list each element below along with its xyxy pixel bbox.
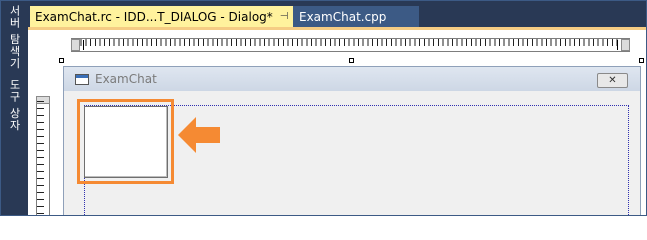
ruler-end-right <box>621 39 630 51</box>
tab-examchat-rc[interactable]: ExamChat.rc - IDD...T_DIALOG - Dialog* ⊣… <box>30 6 305 27</box>
dialog-close-button[interactable]: ✕ <box>597 73 628 88</box>
close-icon: ✕ <box>608 75 617 86</box>
ruler-end-left <box>71 39 80 51</box>
editor-frame: 서버 탐색기 도구 상자 ExamChat.rc - IDD...T_DIALO… <box>0 0 647 216</box>
toolbox-tab[interactable]: 도구 상자 <box>4 79 25 149</box>
tab-label: ExamChat.rc - IDD...T_DIALOG - Dialog* <box>35 9 273 24</box>
picture-control[interactable] <box>84 106 168 178</box>
tab-label: ExamChat.cpp <box>299 9 387 24</box>
pin-icon[interactable]: ⊣ <box>280 11 289 22</box>
arrow-left-icon <box>178 117 220 153</box>
horizontal-ruler[interactable] <box>71 38 630 52</box>
tab-examchat-cpp[interactable]: ExamChat.cpp <box>293 6 419 27</box>
ruler-margin-left <box>83 40 84 50</box>
dialog-title-bar: ExamChat ✕ <box>64 67 640 91</box>
ruler-margin-right <box>617 40 618 50</box>
window-icon <box>75 74 89 85</box>
ruler-ticks <box>76 39 625 46</box>
dialog-preview[interactable]: ExamChat ✕ <box>63 66 641 215</box>
resize-handle[interactable] <box>349 58 354 63</box>
resource-editor-canvas[interactable]: ExamChat ✕ <box>28 30 646 215</box>
resize-handle[interactable] <box>59 58 64 63</box>
ruler-ticks <box>37 101 44 215</box>
dialog-title: ExamChat <box>95 72 157 86</box>
document-tab-bar: ExamChat.rc - IDD...T_DIALOG - Dialog* ⊣… <box>28 1 646 30</box>
server-explorer-tab[interactable]: 서버 탐색기 <box>4 5 25 73</box>
left-toolbox-strip: 서버 탐색기 도구 상자 <box>1 1 28 215</box>
resize-handle[interactable] <box>639 58 644 63</box>
vertical-ruler[interactable] <box>36 96 50 215</box>
